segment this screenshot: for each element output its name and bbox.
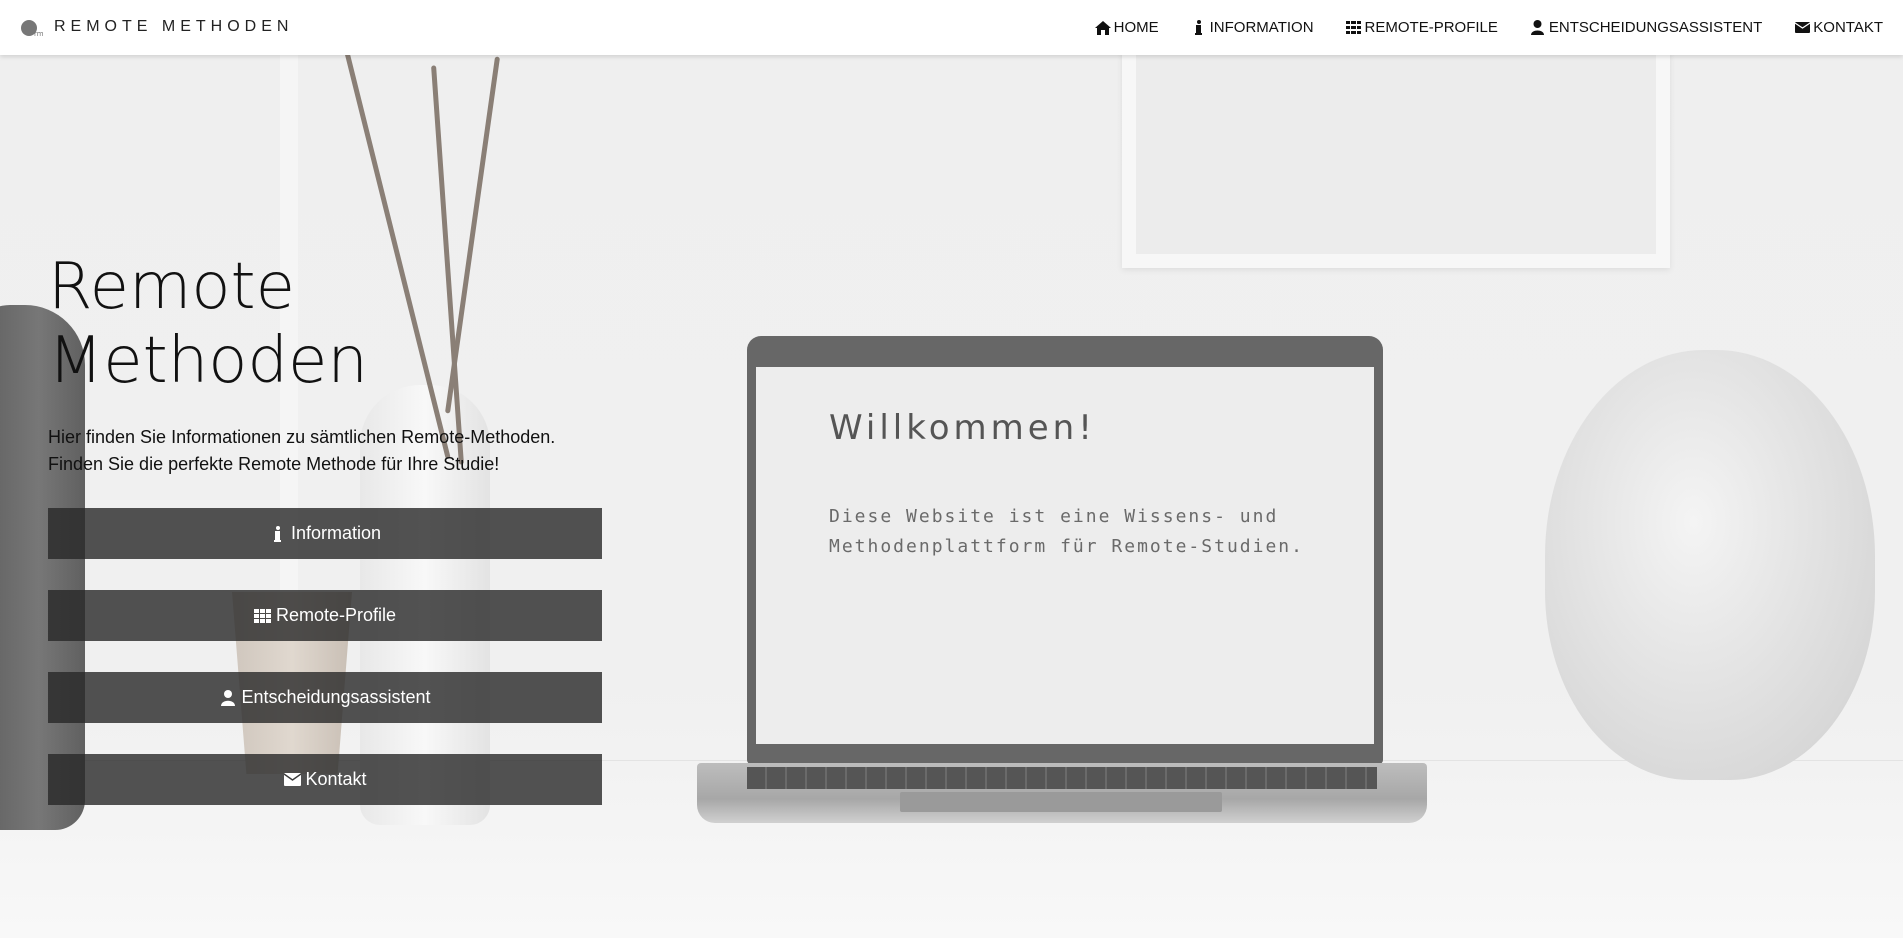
laptop-screen-text: Diese Website ist eine Wissens- und Meth… [829,506,1304,557]
brand[interactable]: rm REMOTE METHODEN [20,16,293,38]
remote-profile-button[interactable]: Remote-Profile [48,590,602,641]
hero-description: Hier finden Sie Informationen zu sämtlic… [48,424,602,478]
remote-profile-button-label: Remote-Profile [275,605,397,625]
grid-icon [254,607,272,625]
brand-name: REMOTE METHODEN [54,18,294,35]
nav-remote-profile-label: REMOTE-PROFILE [1364,19,1498,36]
svg-text:rm: rm [34,30,44,38]
envelope-icon [1794,20,1810,36]
envelope-icon [283,771,301,789]
hero-content: Remote Methoden Hier finden Sie Informat… [48,190,602,836]
information-button-label: Information [290,523,382,543]
logo-icon: rm [20,16,44,38]
hero-text-line-1: Hier finden Sie Informationen zu sämtlic… [48,427,556,447]
nav-information-label: INFORMATION [1209,19,1314,36]
kontakt-button-label: Kontakt [305,769,367,789]
nav-remote-profile[interactable]: REMOTE-PROFILE [1346,19,1498,36]
top-navbar: rm REMOTE METHODEN HOME INFORMATION REMO… [0,0,1903,55]
info-icon [269,525,287,543]
nav-home[interactable]: HOME [1094,19,1159,36]
grid-icon [1346,20,1362,36]
nav-kontakt-label: KONTAKT [1813,19,1883,36]
user-icon [1530,20,1546,36]
laptop-screen-title: Willkommen! [829,408,1096,448]
laptop-trackpad [900,792,1222,812]
hero-text-line-2: Finden Sie die perfekte Remote Methode f… [48,454,500,474]
main-nav: HOME INFORMATION REMOTE-PROFILE ENTSCHEI… [1063,0,1883,55]
home-icon [1094,20,1111,36]
entscheidungsassistent-button-label: Entscheidungsassistent [241,687,431,707]
nav-information[interactable]: INFORMATION [1191,19,1314,36]
info-icon [1191,20,1207,36]
round-vase [1545,350,1875,780]
nav-entscheidungsassistent-label: ENTSCHEIDUNGSASSISTENT [1548,19,1763,36]
nav-kontakt[interactable]: KONTAKT [1794,19,1883,36]
nav-entscheidungsassistent[interactable]: ENTSCHEIDUNGSASSISTENT [1530,19,1762,36]
kontakt-button[interactable]: Kontakt [48,754,602,805]
entscheidungsassistent-button[interactable]: Entscheidungsassistent [48,672,602,723]
nav-home-label: HOME [1113,19,1159,36]
hero-title: Remote Methoden [48,250,368,398]
laptop-keyboard [747,767,1377,789]
information-button[interactable]: Information [48,508,602,559]
wall-frame-right [1122,55,1670,268]
user-icon [219,689,237,707]
